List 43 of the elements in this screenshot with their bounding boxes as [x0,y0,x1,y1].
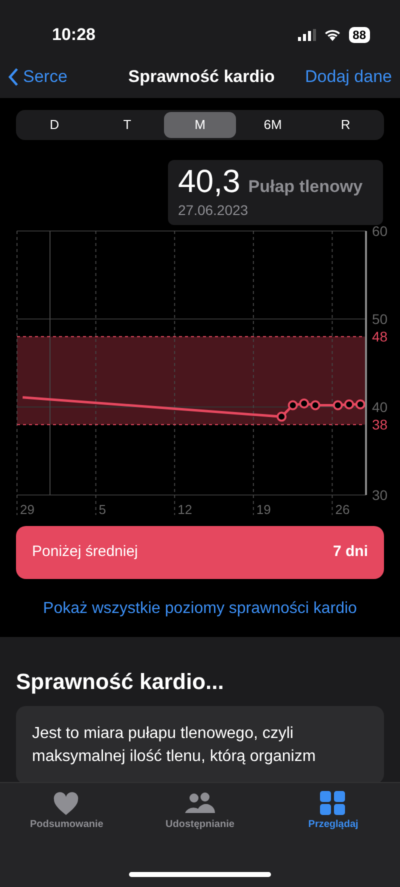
period-tab[interactable]: D [18,112,91,138]
signal-icon [298,28,316,40]
period-tab[interactable]: T [90,112,164,138]
wifi-icon [324,28,341,40]
data-point[interactable] [276,411,287,422]
data-point[interactable] [355,398,366,409]
tab-bar-item[interactable]: Przeglądaj [266,783,400,832]
data-point[interactable] [332,400,343,410]
status-card[interactable]: Poniżej średniej 7 dni [16,526,384,578]
value-text: 40,3 [178,164,240,198]
show-all-link[interactable]: Pokaż wszystkie poziomy sprawności kardio [43,600,357,616]
period-tab[interactable]: M [164,112,236,138]
y-axis-label: 40 [372,398,388,414]
x-axis-label: 29 [20,502,34,516]
x-axis-label: 26 [335,502,350,516]
back-button[interactable]: Serce [8,64,98,90]
y-axis-label: 50 [372,310,388,326]
unit-text: Pułap tlenowy [248,176,363,198]
screen-title: Sprawność kardio [127,66,276,88]
y-axis-label: 60 [372,224,388,238]
data-point[interactable] [288,400,298,410]
data-point[interactable] [299,398,310,408]
x-axis-label: 12 [178,502,192,516]
data-point[interactable] [344,398,354,409]
battery-level: 88 [348,26,370,42]
section-title: Sprawność kardio... [16,668,225,696]
data-point[interactable] [310,400,320,410]
add-data-button[interactable]: Dodaj dane [305,64,392,90]
status-label: Poniżej średniej [32,542,138,562]
status-value: 7 dni [332,542,368,562]
x-axis-label: 19 [256,502,271,516]
chevron-icon [8,68,19,86]
y-axis-label: 30 [372,486,388,502]
tab-bar-item[interactable]: Udostępnianie [133,783,267,832]
reference-label: 38 [372,416,388,432]
date-text: 27.06.2023 [178,200,250,220]
tab-bar-item[interactable]: Podsumowanie [0,783,134,832]
info-text: Jest to miara pułapu tlenowego, czyli maksymalnej ilość tlenu, którą organizm [32,724,317,766]
status-time: 10:28 [52,24,96,46]
period-tab[interactable]: R [309,112,382,138]
reference-label: 48 [372,328,388,344]
x-axis-label: 5 [98,502,106,516]
period-tab[interactable]: 6M [236,112,310,138]
